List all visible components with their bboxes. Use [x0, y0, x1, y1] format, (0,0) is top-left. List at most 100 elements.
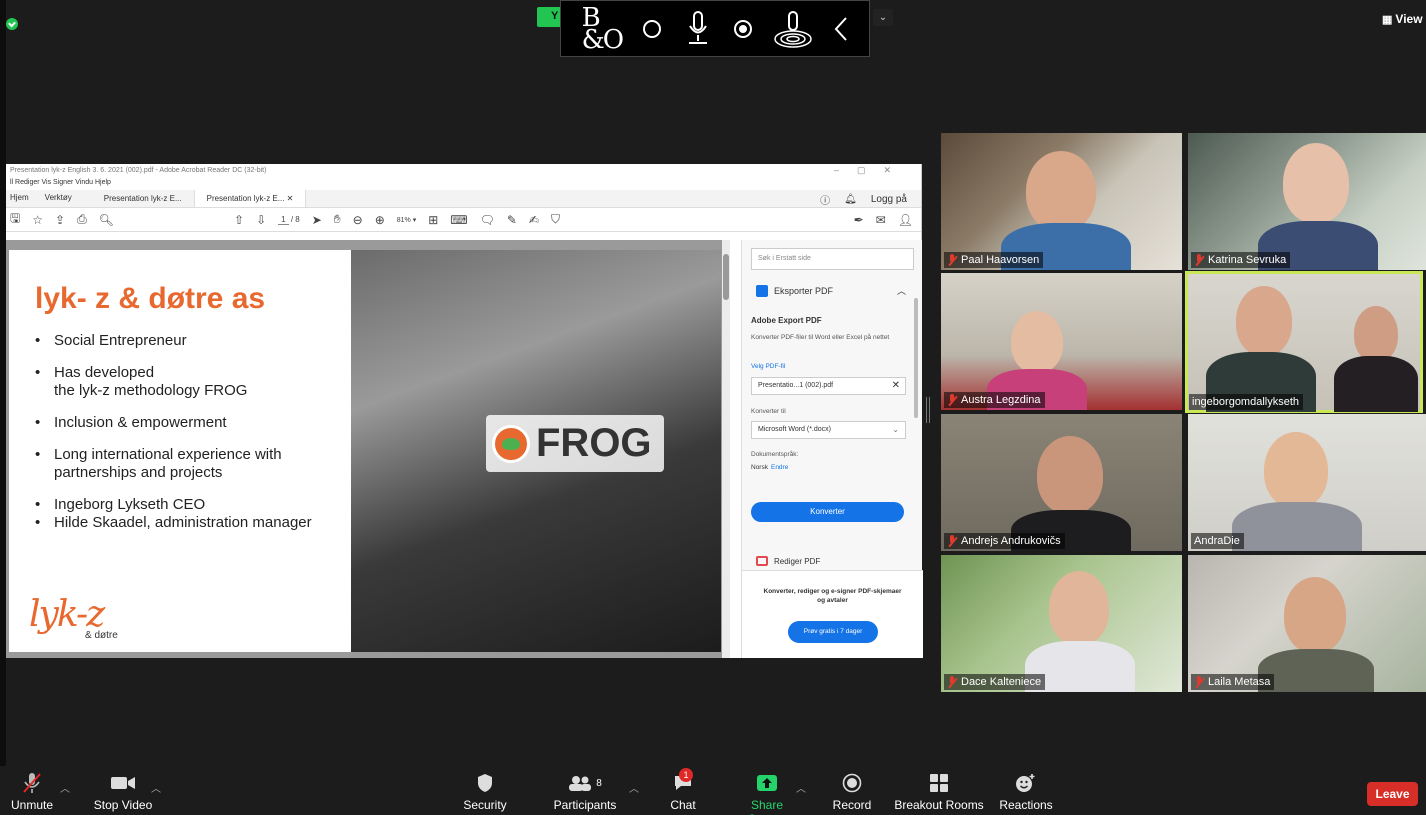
- choose-file-link[interactable]: Velg PDF-fil: [751, 363, 785, 370]
- video-tile[interactable]: Paal Haavorsen: [941, 133, 1182, 270]
- record-button[interactable]: Record: [830, 772, 874, 812]
- video-tile[interactable]: Austra Legzdina: [941, 273, 1182, 410]
- comment-icon[interactable]: 🗨︎: [480, 213, 495, 227]
- participant-name-label: Laila Metasa: [1191, 674, 1275, 690]
- grid-icon: ▦: [1382, 14, 1393, 26]
- zoom-out-icon[interactable]: ⊖: [353, 213, 363, 227]
- chat-button[interactable]: 1 Chat: [665, 768, 701, 812]
- share-options-caret[interactable]: ︿: [796, 780, 806, 795]
- video-tile[interactable]: Dace Kalteniece: [941, 555, 1182, 692]
- page-down-icon[interactable]: ⇩: [256, 213, 266, 227]
- video-tile[interactable]: Katrina Sevruka: [1188, 133, 1426, 270]
- share-tool-icon[interactable]: ⛉: [551, 212, 560, 227]
- print-icon[interactable]: ⎙: [77, 212, 87, 227]
- mic-muted-icon: [947, 254, 957, 266]
- page-current[interactable]: 1: [278, 215, 289, 225]
- stop-video-button[interactable]: Stop Video: [90, 772, 156, 812]
- search-icon[interactable]: 🔍︎: [99, 213, 114, 227]
- tab-tools[interactable]: Verktøy: [41, 190, 92, 207]
- menu-bar[interactable]: ll Rediger Vis Signer Vindu Hjelp: [6, 178, 921, 190]
- participant-name-label: Paal Haavorsen: [944, 252, 1044, 268]
- document-scrollbar[interactable]: [722, 240, 730, 658]
- selected-file-field[interactable]: Presentatio...1 (002).pdf ✕: [751, 377, 906, 395]
- page-indicator[interactable]: 1 / 8: [278, 215, 300, 225]
- chevron-down-icon[interactable]: ⌄: [873, 9, 893, 26]
- help-icon[interactable]: ⓘ: [820, 192, 830, 207]
- mic-muted-icon: [947, 676, 957, 688]
- sign-icon[interactable]: ✍︎: [529, 213, 539, 227]
- unmute-label: Unmute: [10, 798, 54, 812]
- sign-edit-icon[interactable]: ✒: [854, 213, 864, 227]
- convert-format-select[interactable]: Microsoft Word (*.docx) ⌄: [751, 421, 906, 439]
- record-dot-icon[interactable]: [733, 19, 752, 38]
- save-icon[interactable]: 🖫: [10, 209, 20, 230]
- star-icon[interactable]: ☆: [32, 213, 43, 227]
- participant-face: [1011, 311, 1063, 373]
- side-panel-scrollbar[interactable]: [914, 278, 920, 558]
- video-tile-active-speaker[interactable]: ingeborgomdallykseth: [1185, 271, 1423, 413]
- select-cursor-icon[interactable]: ➤: [312, 213, 322, 227]
- microphone-icon[interactable]: [683, 9, 713, 49]
- participant-body: [1258, 649, 1374, 692]
- leave-button[interactable]: Leave: [1367, 782, 1418, 806]
- participants-button[interactable]: 8 Participants: [550, 772, 620, 812]
- clear-file-icon[interactable]: ✕: [892, 380, 900, 391]
- pen-icon[interactable]: ✎: [507, 213, 517, 227]
- convert-to-label: Konverter til: [751, 408, 786, 415]
- security-shield-icon[interactable]: [6, 18, 18, 30]
- hand-icon[interactable]: ✋︎: [334, 212, 341, 227]
- chevron-left-icon[interactable]: [834, 16, 848, 42]
- edit-pdf-header[interactable]: Rediger PDF: [756, 556, 820, 566]
- document-view[interactable]: lyk- z & døtre as Social Entrepreneur Ha…: [6, 240, 730, 658]
- bullet-item: Ingeborg Lykseth CEO: [35, 496, 312, 514]
- share-screen-button[interactable]: Share Screen: [731, 772, 803, 815]
- change-language-link[interactable]: Endre: [771, 464, 788, 471]
- participants-options-caret[interactable]: ︿: [629, 780, 639, 795]
- upload-icon[interactable]: ⇪: [55, 213, 65, 227]
- convert-button[interactable]: Konverter: [751, 502, 904, 522]
- bullet-item: Long international experience with partn…: [35, 446, 312, 482]
- export-pdf-header[interactable]: Eksporter PDF ︿: [756, 284, 906, 297]
- microphone-broadcast-icon[interactable]: [773, 9, 813, 49]
- view-button[interactable]: ▦ View: [1382, 12, 1426, 34]
- fit-page-icon[interactable]: ⊞: [428, 213, 438, 227]
- video-tile[interactable]: Andrejs Andrukovičs: [941, 414, 1182, 551]
- participant-name-label: AndraDie: [1191, 533, 1244, 549]
- bell-icon[interactable]: 🔔︎: [844, 194, 857, 205]
- edit-pdf-icon: [756, 556, 768, 566]
- security-button[interactable]: Security: [460, 772, 510, 812]
- unmute-button[interactable]: Unmute: [10, 772, 54, 812]
- circle-icon[interactable]: [643, 19, 662, 38]
- audio-options-caret[interactable]: ︿: [60, 780, 70, 795]
- company-logo: lyk-z & døtre: [29, 594, 139, 644]
- doc-tab-2[interactable]: Presentation lyk-z E... ✕: [194, 190, 307, 207]
- chat-unread-badge: 1: [679, 768, 693, 782]
- tool-search-input[interactable]: Søk i Erstatt side: [751, 248, 914, 270]
- login-link[interactable]: Logg på: [871, 194, 907, 205]
- free-trial-button[interactable]: Prøv gratis i 7 dager: [788, 621, 878, 643]
- account-area: ⓘ 🔔︎ Logg på: [820, 192, 907, 207]
- tab-home[interactable]: Hjem: [6, 190, 41, 207]
- chevron-up-icon[interactable]: ︿: [897, 284, 906, 297]
- export-title: Adobe Export PDF: [751, 316, 822, 325]
- video-tile[interactable]: Laila Metasa: [1188, 555, 1426, 692]
- window-controls[interactable]: –▢✕: [834, 165, 909, 176]
- video-tile[interactable]: AndraDie: [1188, 414, 1426, 551]
- page-up-icon[interactable]: ⇧: [234, 213, 244, 227]
- video-options-caret[interactable]: ︿: [151, 780, 161, 795]
- breakout-rooms-button[interactable]: Breakout Rooms: [894, 772, 984, 812]
- side-scroll-thumb[interactable]: [914, 298, 918, 418]
- doc-tab-1[interactable]: Presentation lyk-z E...: [92, 190, 195, 207]
- panel-splitter[interactable]: [926, 397, 930, 423]
- view-label: View: [1395, 12, 1423, 26]
- zoom-in-icon[interactable]: ⊕: [375, 213, 385, 227]
- participant-count: 8: [596, 777, 602, 789]
- participant-face: [1283, 143, 1349, 223]
- zoom-select[interactable]: 81% ▾: [397, 216, 416, 224]
- mail-icon[interactable]: ✉: [876, 213, 886, 227]
- add-user-icon[interactable]: 👤︎: [898, 213, 913, 227]
- scroll-thumb[interactable]: [723, 254, 729, 300]
- scroll-mode-icon[interactable]: ⌨: [450, 213, 467, 227]
- promo-box: Konverter, rediger og e-signer PDF-skjem…: [742, 570, 923, 658]
- reactions-button[interactable]: Reactions: [998, 772, 1054, 812]
